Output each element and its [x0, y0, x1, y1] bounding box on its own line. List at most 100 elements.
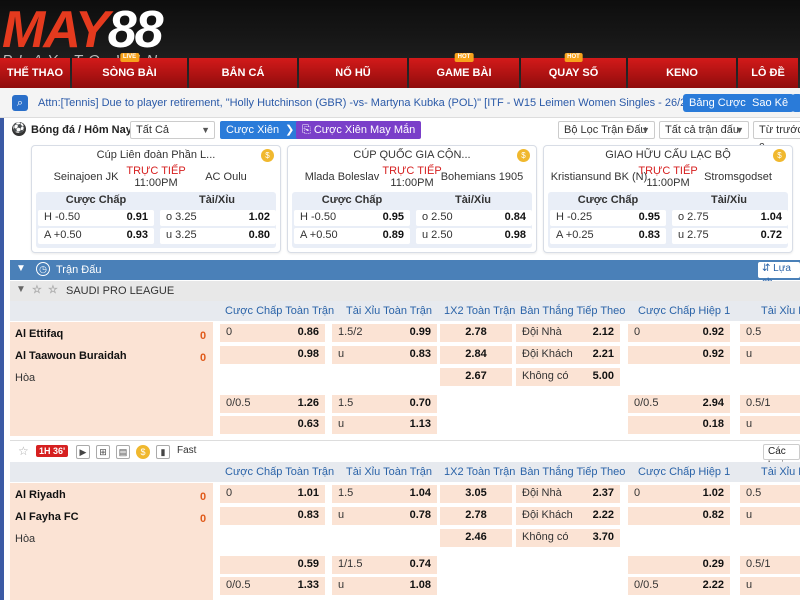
stats-icon[interactable]: ▤ [116, 445, 130, 459]
odd-cell[interactable]: Đội Khách 2.21 [516, 346, 620, 364]
odd-cell[interactable]: o 3.25 1.02 [160, 210, 276, 226]
odd-cell[interactable]: 0 0.92 [628, 324, 730, 342]
play-icon[interactable]: ▶ [76, 445, 90, 459]
featured-card[interactable]: CÚP QUỐC GIA CỘN... $ Mlada Boleslav TRỰ… [287, 145, 537, 253]
market-select[interactable]: Tất Cả ▼ [130, 121, 215, 139]
parlay-button[interactable]: Cược Xiên ❯ [220, 121, 301, 139]
odd-cell[interactable]: u 2.50 0.98 [416, 228, 532, 244]
odd-cell[interactable]: u [740, 507, 800, 525]
odd-key: 1.5/2 [338, 326, 363, 338]
chevron-down-icon[interactable]: ▼ [16, 263, 26, 274]
odd-cell[interactable]: 0.5 [740, 324, 800, 342]
chart-icon[interactable]: ▮ [156, 445, 170, 459]
match-filter-select[interactable]: Bộ Lọc Trận Đấu ▼ [558, 121, 655, 139]
odd-cell[interactable]: 0 1.02 [628, 485, 730, 503]
odd-cell[interactable]: H -0.25 0.95 [550, 210, 666, 226]
odd-cell[interactable]: 0.92 [628, 346, 730, 364]
odd-cell[interactable]: u [740, 346, 800, 364]
nav-item-keno[interactable]: KENO [628, 58, 736, 88]
cashout-icon[interactable]: $ [136, 445, 150, 459]
featured-card[interactable]: GIAO HỮU CẤU LẠC BỘ $ Kristiansund BK (N… [543, 145, 793, 253]
odd-cell[interactable]: Đội Khách 2.22 [516, 507, 620, 525]
league-header[interactable]: ▼ ☆ ☆ SAUDI PRO LEAGUE [10, 281, 800, 301]
odd-cell[interactable]: u [740, 416, 800, 434]
odd-cell[interactable]: 0/0.5 1.26 [220, 395, 325, 413]
odd-key: 0.5 [746, 487, 762, 499]
odd-cell[interactable]: u 1.13 [332, 416, 437, 434]
odd-cell[interactable]: u 0.78 [332, 507, 437, 525]
odd-cell[interactable]: 0.82 [628, 507, 730, 525]
odd-cell[interactable]: 1/1.5 0.74 [332, 556, 437, 574]
odd-value: 0.93 [126, 229, 148, 241]
odd-cell[interactable]: u 3.25 0.80 [160, 228, 276, 244]
odd-cell[interactable]: 2.46 [440, 529, 512, 547]
odd-cell[interactable]: u [740, 577, 800, 595]
odd-cell[interactable]: u 2.75 0.72 [672, 228, 788, 244]
odd-cell[interactable]: 2.84 [440, 346, 512, 364]
field-icon[interactable]: ⊞ [96, 445, 110, 459]
odd-cell[interactable]: A +0.50 0.93 [38, 228, 154, 244]
odd-cell[interactable]: A +0.50 0.89 [294, 228, 410, 244]
logo-text-1: MAY [2, 1, 110, 59]
odd-cell[interactable]: o 2.75 1.04 [672, 210, 788, 226]
all-matches-select[interactable]: Tất cả trận đấu ▼ [659, 121, 749, 139]
nav-item-fishing[interactable]: BẮN CÁ [189, 58, 297, 88]
fast-label[interactable]: Fast [177, 445, 196, 456]
odd-cell[interactable]: Không có 3.70 [516, 529, 620, 547]
featured-card[interactable]: Cúp Liên đoàn Phần L... $ Seinajoen JK T… [31, 145, 281, 253]
odd-cell[interactable]: Đội Nhà 2.12 [516, 324, 620, 342]
odd-cell[interactable]: 0.5/1 [740, 395, 800, 413]
odd-cell[interactable]: 0.18 [628, 416, 730, 434]
odd-cell[interactable]: 1.5/2 0.99 [332, 324, 437, 342]
odd-cell[interactable]: 0.5 [740, 485, 800, 503]
odd-cell[interactable]: 0.5/1 [740, 556, 800, 574]
nav-item-sports[interactable]: THỂ THAO [0, 58, 70, 88]
odd-cell[interactable]: Đội Nhà 2.37 [516, 485, 620, 503]
odd-cell[interactable]: 0/0.5 2.94 [628, 395, 730, 413]
nav-item-card-games[interactable]: HOT GAME BÀI [409, 53, 519, 88]
nav-item-slots[interactable]: NỔ HŨ [299, 58, 407, 88]
odd-value: 2.22 [702, 579, 724, 591]
nav-label: BẮN CÁ [221, 67, 265, 79]
more-markets-button[interactable]: Các loại [763, 444, 800, 471]
odd-cell[interactable]: 0.63 [220, 416, 325, 434]
odd-cell[interactable]: Không có 5.00 [516, 368, 620, 386]
nav-item-lottery[interactable]: HOT QUAY SỐ [521, 53, 626, 88]
odd-cell[interactable]: A +0.25 0.83 [550, 228, 666, 244]
more-button[interactable] [792, 94, 800, 112]
statement-button[interactable]: Sao Kê [746, 94, 795, 112]
star-icon[interactable]: ☆ [32, 283, 42, 296]
odd-cell[interactable]: 0 0.86 [220, 324, 325, 342]
odd-cell[interactable]: 1.5 0.70 [332, 395, 437, 413]
sort-select[interactable]: Từ trước c [753, 121, 800, 152]
search-icon[interactable]: ⌕ [12, 95, 28, 111]
odd-cell[interactable]: 0/0.5 2.22 [628, 577, 730, 595]
odd-cell[interactable]: u 1.08 [332, 577, 437, 595]
brand-logo[interactable]: MAY88 [2, 1, 164, 59]
odd-cell[interactable]: 0.83 [220, 507, 325, 525]
odd-cell[interactable]: 0.98 [220, 346, 325, 364]
odd-cell[interactable]: u 0.83 [332, 346, 437, 364]
odd-cell[interactable]: 0.29 [628, 556, 730, 574]
chevron-down-icon[interactable]: ▼ [16, 284, 26, 295]
odd-cell[interactable]: 3.05 [440, 485, 512, 503]
odd-cell[interactable]: o 2.50 0.84 [416, 210, 532, 226]
away-team: Stromsgodset [704, 171, 772, 183]
odd-cell[interactable]: H -0.50 0.95 [294, 210, 410, 226]
star-icon[interactable]: ☆ [18, 444, 29, 458]
odd-cell[interactable]: H -0.50 0.91 [38, 210, 154, 226]
lucky-parlay-label: Cược Xiên May Mắn [313, 124, 416, 136]
options-button[interactable]: ⇵ Lựa ch [758, 262, 800, 288]
nav-item-casino[interactable]: LIVE SÒNG BÀI [72, 53, 187, 88]
odd-value: 2.12 [592, 326, 614, 338]
odd-cell[interactable]: 0 1.01 [220, 485, 325, 503]
odd-cell[interactable]: 0.59 [220, 556, 325, 574]
odd-cell[interactable]: 2.78 [440, 324, 512, 342]
odd-cell[interactable]: 1.5 1.04 [332, 485, 437, 503]
bet-list-button[interactable]: Bảng Cược [683, 94, 752, 112]
nav-item-lode[interactable]: LÔ ĐỀ [738, 58, 798, 88]
lucky-parlay-button[interactable]: ⎘ Cược Xiên May Mắn [296, 121, 422, 139]
odd-cell[interactable]: 2.78 [440, 507, 512, 525]
odd-cell[interactable]: 0/0.5 1.33 [220, 577, 325, 595]
odd-cell[interactable]: 2.67 [440, 368, 512, 386]
